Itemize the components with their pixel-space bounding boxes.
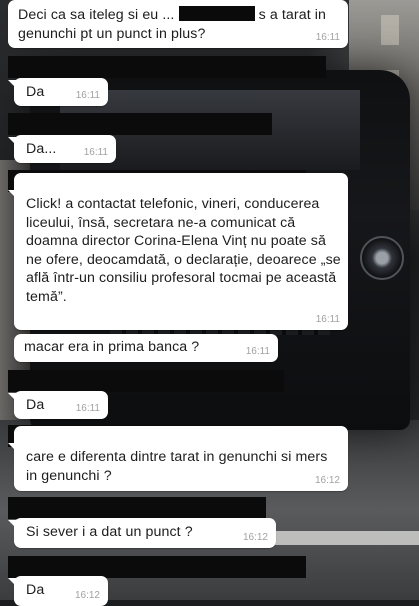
redacted-sender-name bbox=[8, 497, 266, 519]
message-text: macar era in prima banca ? bbox=[24, 339, 200, 355]
message-text: Deci ca sa iteleg si eu ... s a tarat in… bbox=[18, 6, 343, 43]
message-bubble[interactable]: Deci ca sa iteleg si eu ... s a tarat in… bbox=[8, 0, 348, 48]
message-time: 16:11 bbox=[83, 147, 108, 158]
message-text: Si sever i a dat un punct ? bbox=[26, 524, 193, 540]
message-time: 16:12 bbox=[74, 590, 100, 601]
bubble-tail bbox=[8, 80, 16, 88]
message-text: Da bbox=[26, 397, 45, 413]
message-text-part: Deci ca sa iteleg si eu ... bbox=[18, 7, 175, 23]
bubble-tail bbox=[8, 520, 16, 528]
message-bubble[interactable]: Si sever i a dat un punct ? 16:12 bbox=[14, 518, 276, 548]
redacted-sender-name bbox=[8, 56, 326, 78]
message-text: care e diferenta dintre tarat in genunch… bbox=[26, 449, 332, 484]
message-time: 16:11 bbox=[75, 403, 100, 414]
chat-thread: Deci ca sa iteleg si eu ... s a tarat in… bbox=[0, 0, 419, 606]
message-text: Da bbox=[26, 582, 45, 598]
bubble-tail bbox=[8, 393, 16, 401]
message-time: 16:11 bbox=[75, 90, 100, 101]
bubble-tail bbox=[8, 578, 16, 586]
message-time: 16:11 bbox=[315, 314, 340, 325]
redacted-sender-name bbox=[8, 370, 284, 392]
message-bubble[interactable]: Da 16:12 bbox=[14, 576, 108, 606]
message-text: Click! a contactat telefonic, vineri, co… bbox=[26, 196, 345, 305]
redacted-sender-name bbox=[8, 113, 272, 135]
redacted-name bbox=[178, 6, 255, 21]
message-text: Da... bbox=[26, 141, 57, 157]
message-text: Da bbox=[26, 84, 45, 100]
message-bubble[interactable]: Click! a contactat telefonic, vineri, co… bbox=[14, 173, 348, 330]
message-time: 16:12 bbox=[314, 475, 340, 486]
message-bubble[interactable]: Da... 16:11 bbox=[14, 135, 116, 163]
message-time: 16:12 bbox=[242, 532, 268, 543]
bubble-tail bbox=[8, 443, 16, 451]
message-bubble[interactable]: macar era in prima banca ? 16:11 bbox=[14, 334, 278, 362]
message-time: 16:11 bbox=[315, 32, 340, 43]
message-bubble[interactable]: Da 16:11 bbox=[14, 78, 108, 106]
message-time: 16:11 bbox=[245, 346, 270, 357]
message-bubble[interactable]: Da 16:11 bbox=[14, 391, 108, 419]
bubble-tail bbox=[8, 137, 16, 145]
bubble-tail bbox=[8, 190, 16, 198]
message-bubble[interactable]: care e diferenta dintre tarat in genunch… bbox=[14, 426, 348, 491]
redacted-sender-name bbox=[8, 556, 306, 578]
